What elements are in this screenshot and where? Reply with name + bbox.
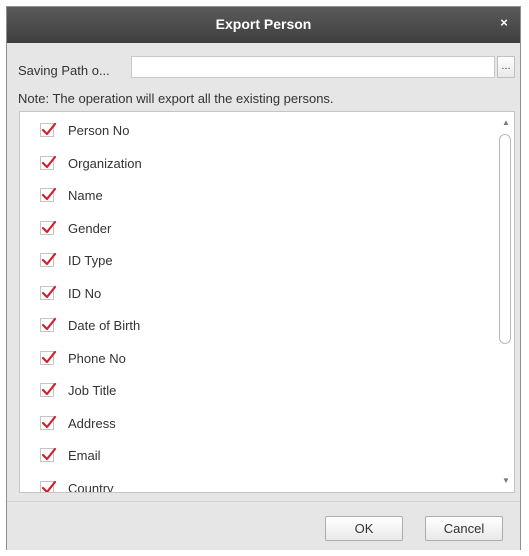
- field-item[interactable]: Phone No: [40, 348, 480, 372]
- field-checkbox[interactable]: [40, 187, 57, 202]
- export-person-dialog: Export Person × Saving Path o... ... Not…: [6, 6, 521, 550]
- field-item[interactable]: Address: [40, 413, 480, 437]
- field-checkbox[interactable]: [40, 252, 57, 267]
- check-icon: [41, 415, 57, 428]
- close-icon[interactable]: ×: [496, 15, 512, 31]
- vertical-scrollbar[interactable]: ▲ ▼: [497, 112, 514, 492]
- ok-button[interactable]: OK: [325, 516, 403, 541]
- field-label: ID Type: [68, 253, 113, 268]
- field-item[interactable]: Gender: [40, 218, 480, 242]
- check-icon: [41, 252, 57, 266]
- field-item[interactable]: ID Type: [40, 250, 480, 274]
- export-note: Note: The operation will export all the …: [18, 91, 334, 106]
- dialog-title: Export Person: [215, 16, 312, 32]
- field-item[interactable]: Person No: [40, 120, 480, 144]
- field-label: Job Title: [68, 383, 117, 398]
- field-list: Person No Organization Name Gender ID Type ID…: [19, 111, 515, 493]
- check-icon: [41, 220, 57, 233]
- field-checkbox[interactable]: [40, 415, 57, 430]
- field-item[interactable]: Name: [40, 185, 480, 209]
- field-item[interactable]: Date of Birth: [40, 315, 480, 339]
- field-label: Person No: [68, 123, 130, 138]
- field-checkbox[interactable]: [40, 480, 57, 492]
- field-label: ID No: [68, 285, 102, 301]
- field-label: Name: [68, 188, 103, 203]
- check-icon: [41, 447, 57, 461]
- field-label: Gender: [68, 220, 112, 236]
- dialog-titlebar: Export Person ×: [7, 7, 520, 43]
- field-label: Organization: [68, 155, 142, 171]
- field-label: Address: [68, 415, 116, 431]
- field-checkbox[interactable]: [40, 285, 57, 300]
- field-checkbox[interactable]: [40, 220, 57, 235]
- field-checkbox[interactable]: [40, 350, 57, 365]
- scroll-thumb[interactable]: [499, 134, 511, 344]
- field-checkbox[interactable]: [40, 122, 57, 137]
- field-item[interactable]: Email: [40, 445, 480, 469]
- field-item[interactable]: ID No: [40, 283, 480, 307]
- cancel-button[interactable]: Cancel: [425, 516, 503, 541]
- check-icon: [41, 187, 57, 201]
- field-checkbox[interactable]: [40, 155, 57, 170]
- check-icon: [41, 317, 57, 331]
- saving-path-input[interactable]: [131, 56, 495, 78]
- field-checkbox[interactable]: [40, 317, 57, 332]
- field-checkbox[interactable]: [40, 382, 57, 397]
- check-icon: [41, 480, 57, 492]
- field-checkbox[interactable]: [40, 447, 57, 462]
- check-icon: [41, 382, 57, 396]
- saving-path-label: Saving Path o...: [18, 63, 110, 78]
- dialog-footer: OK Cancel: [7, 501, 520, 550]
- scroll-up-icon[interactable]: ▲: [501, 118, 511, 128]
- check-icon: [41, 155, 57, 168]
- field-label: Country: [68, 480, 114, 493]
- field-label: Email: [68, 448, 101, 463]
- check-icon: [41, 285, 57, 298]
- field-item[interactable]: Job Title: [40, 380, 480, 404]
- field-item[interactable]: Country: [40, 478, 480, 493]
- field-label: Date of Birth: [68, 318, 141, 333]
- check-icon: [41, 122, 57, 136]
- browse-button[interactable]: ...: [497, 56, 515, 78]
- scroll-down-icon[interactable]: ▼: [501, 476, 511, 486]
- field-label: Phone No: [68, 350, 126, 366]
- check-icon: [41, 350, 57, 363]
- field-item[interactable]: Organization: [40, 153, 480, 177]
